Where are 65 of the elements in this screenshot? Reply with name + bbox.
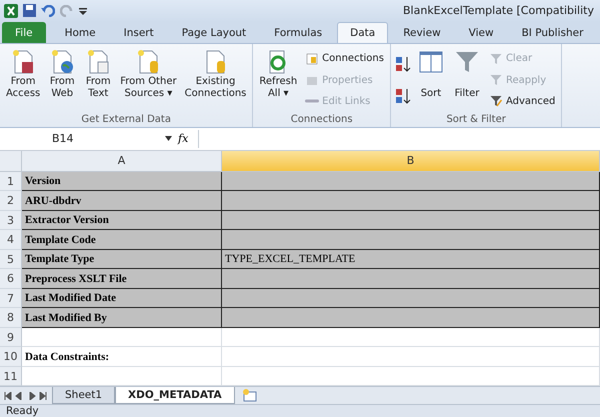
table-cell: Template Code [22,230,222,250]
window-title: BlankExcelTemplate [Compatibility [403,4,595,18]
status-text: Ready [6,405,39,417]
undo-icon[interactable] [41,4,55,17]
row-header[interactable]: 5 [0,250,22,270]
table-cell: Data Constraints: [22,347,222,367]
sheet-tab[interactable]: XDO_METADATA [115,387,235,404]
ribbon-button[interactable]: From Access [3,46,44,114]
excel-logo-icon[interactable] [4,4,18,18]
row-header[interactable]: 1 [0,172,22,192]
ribbon-tab[interactable]: Review [390,22,454,44]
table-cell: Last Modified Date [22,288,222,308]
table-cell: Template Type [22,250,222,270]
ribbon-button[interactable]: Filter [450,46,484,114]
ribbon-tab[interactable]: Home [52,22,109,44]
table-cell: Version [22,172,222,192]
filter-icon [488,52,503,66]
save-icon[interactable] [23,4,36,18]
ribbon-tab[interactable]: Formulas [261,22,336,44]
ribbon-button[interactable]: Connections [302,52,387,66]
table-cell: TYPE_EXCEL_TEMPLATE [222,250,600,270]
sheet-tab[interactable]: Sheet1 [52,387,116,404]
row-header[interactable]: 9 [0,328,22,348]
connections-icon [305,52,320,66]
ribbon-button[interactable]: Existing Connections [182,46,250,114]
ribbon-tab[interactable]: View [456,22,507,44]
row-header[interactable]: 10 [0,347,22,367]
ribbon-tab[interactable]: Insert [110,22,167,44]
ribbon-button[interactable]: From Text [81,46,116,114]
ribbon-tab[interactable]: Data [337,22,388,44]
group-label: Get External Data [80,114,172,128]
row-header[interactable]: 11 [0,366,22,386]
ribbon-button[interactable]: From Other Sources ▾ [117,46,180,114]
row-header[interactable]: 2 [0,191,22,211]
ribbon-button[interactable]: Advanced [486,94,558,108]
sheet-navigation-icon[interactable] [4,392,48,400]
row-header[interactable]: 8 [0,308,22,328]
column-header[interactable]: B [222,150,600,172]
table-cell: Last Modified By [22,308,222,328]
function-button[interactable]: fx [178,132,188,146]
filter-icon [488,73,503,88]
filter-icon [488,94,503,108]
table-cell: ARU-dbdrv [22,191,222,211]
group-label: Connections [290,114,354,128]
row-header[interactable]: 6 [0,269,22,289]
sort-ascending-icon[interactable] [394,55,412,74]
row-header[interactable]: 4 [0,230,22,250]
column-header[interactable]: A [22,150,222,172]
customize-menu-icon[interactable] [79,6,87,16]
dropdown-arrow-icon[interactable] [165,136,172,142]
table-cell: Extractor Version [22,210,222,230]
sort-descending-icon[interactable] [394,87,412,106]
ribbon-button[interactable]: Refresh All ▾ [256,46,300,114]
table-cell: Preprocess XSLT File [22,269,222,289]
ribbon-tab[interactable]: File [2,22,46,44]
group-label: Sort & Filter [445,114,507,128]
ribbon-button[interactable]: From Web [45,46,80,114]
row-header[interactable]: 7 [0,288,22,308]
ribbon-button[interactable]: Sort [414,46,448,114]
ribbon-tab[interactable]: Page Layout [168,22,260,44]
row-header[interactable]: 3 [0,210,22,230]
name-box[interactable]: B14 [4,132,172,146]
cell-reference: B14 [52,132,74,146]
insert-sheet-icon[interactable] [240,388,259,403]
ribbon-tab[interactable]: BI Publisher [508,22,596,44]
